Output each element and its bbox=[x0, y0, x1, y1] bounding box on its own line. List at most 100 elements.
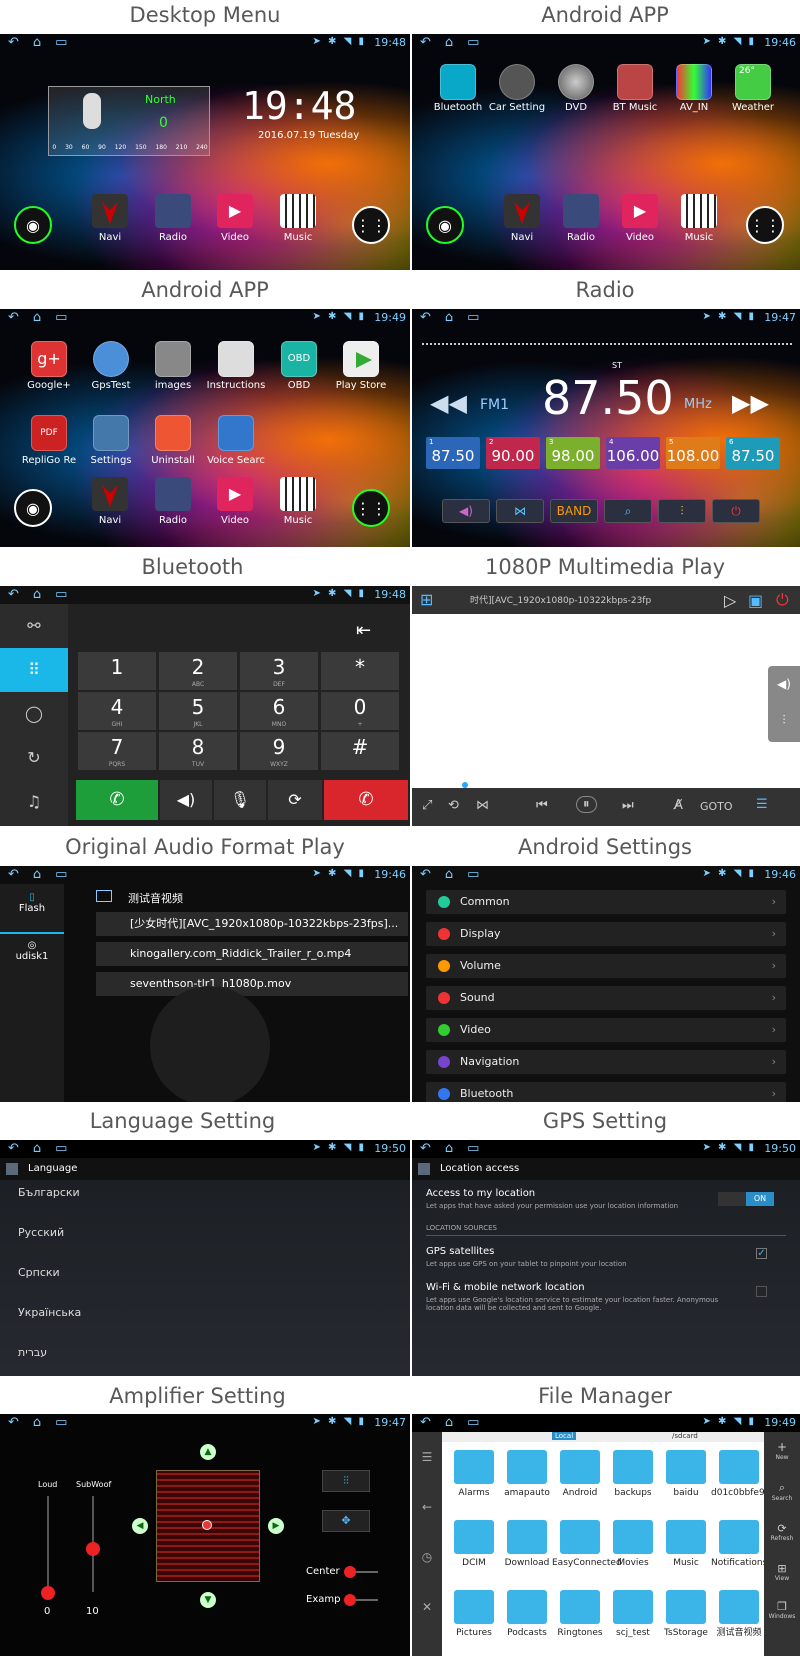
power-icon[interactable]: ⏻ bbox=[776, 590, 789, 610]
radio-icon[interactable] bbox=[563, 194, 599, 228]
settings-video[interactable]: Video › bbox=[426, 1018, 786, 1042]
preset-5[interactable]: 5 108.00 bbox=[666, 437, 720, 469]
nav-buttons[interactable]: ↶⌂▭ bbox=[420, 35, 493, 50]
seek-back-button[interactable]: ◀◀ bbox=[430, 389, 467, 417]
folder-icon[interactable] bbox=[560, 1450, 600, 1484]
language-option[interactable]: Русский bbox=[18, 1226, 64, 1239]
wifi-checkbox[interactable] bbox=[756, 1286, 767, 1297]
folder-icon[interactable] bbox=[613, 1520, 653, 1554]
shuffle-icon[interactable]: ⋈ bbox=[476, 798, 489, 813]
folder-icon[interactable] bbox=[454, 1450, 494, 1484]
settings-bluetooth[interactable]: Bluetooth › bbox=[426, 1082, 786, 1102]
car-setting-icon[interactable] bbox=[499, 64, 535, 100]
nav-buttons[interactable]: ↶⌂▭ bbox=[8, 35, 81, 50]
video-icon[interactable]: ▶ bbox=[217, 194, 253, 228]
balance-center-dot[interactable] bbox=[202, 1520, 212, 1530]
folder-icon[interactable] bbox=[666, 1590, 706, 1624]
gps-sat-title[interactable]: GPS satellites bbox=[426, 1246, 494, 1257]
speaker-icon[interactable]: ◀) bbox=[160, 780, 212, 820]
images-icon[interactable] bbox=[155, 341, 191, 377]
list-icon[interactable]: ☰ bbox=[756, 797, 768, 812]
apps-grid-button[interactable]: ⋮⋮ bbox=[746, 206, 784, 244]
center-slider-knob[interactable] bbox=[344, 1566, 356, 1578]
folder-icon[interactable] bbox=[719, 1450, 759, 1484]
folder-icon[interactable] bbox=[507, 1590, 547, 1624]
dvd-icon[interactable] bbox=[558, 64, 594, 100]
back-arrow-icon[interactable]: ← bbox=[412, 1500, 442, 1514]
language-option[interactable]: Српски bbox=[18, 1266, 60, 1279]
search-button[interactable]: ⌕ Search bbox=[764, 1481, 800, 1502]
key-hash[interactable]: # bbox=[321, 732, 399, 770]
subwoof-slider-knob[interactable] bbox=[86, 1542, 100, 1556]
music-icon[interactable] bbox=[280, 194, 316, 228]
close-icon[interactable]: ✕ bbox=[412, 1600, 442, 1614]
car-button[interactable]: ◉ bbox=[14, 206, 52, 244]
folder-icon[interactable] bbox=[613, 1590, 653, 1624]
aspect-icon[interactable]: ▣ bbox=[748, 591, 763, 610]
local-tab[interactable]: Local bbox=[552, 1432, 577, 1440]
play-store-icon[interactable] bbox=[343, 341, 379, 377]
car-button[interactable]: ◉ bbox=[426, 206, 464, 244]
settings-display[interactable]: Display › bbox=[426, 922, 786, 946]
preset-1[interactable]: 1 87.50 bbox=[426, 437, 480, 469]
google-plus-icon[interactable]: g+ bbox=[31, 341, 67, 377]
gpstest-icon[interactable] bbox=[93, 341, 129, 377]
wifi-location-title[interactable]: Wi-Fi & mobile network location bbox=[426, 1282, 585, 1293]
key-1[interactable]: 1 bbox=[78, 652, 156, 690]
key-7[interactable]: 7 PQRS bbox=[78, 732, 156, 770]
volume-icon[interactable]: ◀) bbox=[442, 499, 490, 523]
repeat-icon[interactable]: ⟲ bbox=[448, 798, 459, 813]
power-icon[interactable]: ⏻ bbox=[712, 499, 760, 523]
folder-icon[interactable] bbox=[454, 1590, 494, 1624]
view-button[interactable]: ⊞ View bbox=[764, 1562, 800, 1582]
key-9[interactable]: 9 WXYZ bbox=[240, 732, 318, 770]
subwoof-slider[interactable] bbox=[86, 1496, 100, 1592]
folder-icon[interactable] bbox=[560, 1590, 600, 1624]
folder-icon[interactable] bbox=[613, 1450, 653, 1484]
mute-mic-icon[interactable]: 🎙 bbox=[214, 780, 266, 820]
key-3[interactable]: 3 DEF bbox=[240, 652, 318, 690]
gps-checkbox[interactable]: ✓ bbox=[756, 1248, 767, 1259]
video-icon[interactable]: ▶ bbox=[217, 477, 253, 511]
language-option[interactable]: Български bbox=[18, 1186, 80, 1199]
weather-icon[interactable]: 26° bbox=[735, 64, 771, 100]
nav-buttons[interactable]: ↶⌂▭ bbox=[8, 867, 81, 882]
preset-3[interactable]: 3 98.00 bbox=[546, 437, 600, 469]
flash-storage[interactable]: ▯ Flash bbox=[0, 884, 64, 934]
nav-buttons[interactable]: ↶⌂▭ bbox=[8, 310, 81, 325]
folder-icon[interactable] bbox=[560, 1520, 600, 1554]
balance-button[interactable]: ✥ bbox=[322, 1510, 370, 1532]
examp-slider[interactable] bbox=[344, 1594, 378, 1606]
access-title[interactable]: Access to my location bbox=[426, 1188, 535, 1199]
key-2[interactable]: 2 ABC bbox=[159, 652, 237, 690]
nav-buttons[interactable]: ↶⌂▭ bbox=[8, 1415, 81, 1430]
key-4[interactable]: 4 GHI bbox=[78, 692, 156, 730]
bluetooth-app-icon[interactable] bbox=[440, 64, 476, 100]
new-button[interactable]: + New bbox=[764, 1440, 800, 1461]
nav-buttons[interactable]: ↶⌂▭ bbox=[420, 1141, 493, 1156]
preset-4[interactable]: 4 106.00 bbox=[606, 437, 660, 469]
subtitle-icon[interactable]: A̸ bbox=[674, 798, 683, 813]
video-icon[interactable]: ▶ bbox=[622, 194, 658, 228]
apps-grid-button[interactable]: ⋮⋮ bbox=[352, 489, 390, 527]
call-log-icon[interactable]: ↻ bbox=[0, 736, 68, 780]
band-button[interactable]: BAND bbox=[550, 499, 598, 523]
hangup-button[interactable]: ✆ bbox=[324, 780, 408, 820]
nav-buttons[interactable]: ↶⌂▭ bbox=[8, 587, 81, 602]
folder-icon[interactable] bbox=[666, 1450, 706, 1484]
side-volume-panel[interactable]: ◀) ⫶ bbox=[768, 666, 800, 742]
file-row[interactable]: seventhson-tlr1_h1080p.mov bbox=[96, 972, 408, 996]
goto-button[interactable]: GOTO bbox=[700, 800, 733, 813]
nav-buttons[interactable]: ↶⌂▭ bbox=[420, 867, 493, 882]
preset-2[interactable]: 2 90.00 bbox=[486, 437, 540, 469]
music-icon[interactable] bbox=[280, 477, 316, 511]
radio-icon[interactable] bbox=[155, 477, 191, 511]
history-icon[interactable]: ◷ bbox=[412, 1550, 442, 1564]
navi-icon[interactable] bbox=[504, 194, 540, 228]
loud-slider[interactable] bbox=[41, 1496, 55, 1600]
contacts-icon[interactable]: ◯ bbox=[0, 692, 68, 736]
obd-icon[interactable]: OBD bbox=[281, 341, 317, 377]
music-icon[interactable] bbox=[681, 194, 717, 228]
navi-icon[interactable] bbox=[92, 477, 128, 511]
tuning-scale[interactable] bbox=[422, 343, 792, 345]
